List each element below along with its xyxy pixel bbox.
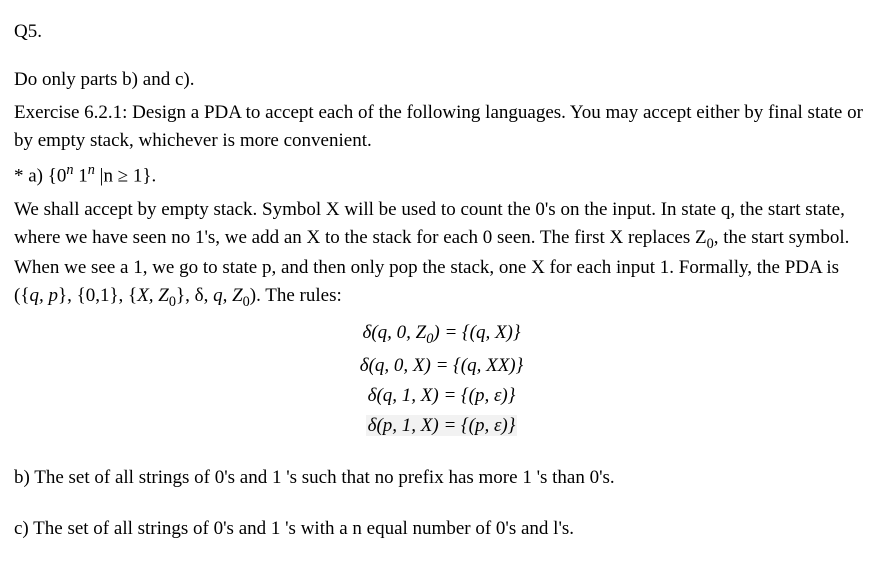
part-a-mid: 1 <box>74 166 88 187</box>
part-c: c) The set of all strings of 0's and 1 '… <box>14 515 869 543</box>
question-number: Q5. <box>14 18 869 46</box>
rule1-l: δ(q, 0, Z <box>363 322 427 343</box>
expl-stack: X, Z <box>137 285 169 306</box>
part-a-cond: |n ≥ 1}. <box>95 166 156 187</box>
rule1-r: ) = {(q, X)} <box>433 322 520 343</box>
expl-pda-states: q, p <box>29 285 58 306</box>
exp-n-1: n <box>66 162 73 178</box>
rules-block: δ(q, 0, Z0) = {(q, X)} δ(q, 0, X) = {(q,… <box>14 318 869 442</box>
part-b: b) The set of all strings of 0's and 1 '… <box>14 464 869 492</box>
exercise-title: Exercise 6.2.1: Design a PDA to accept e… <box>14 99 869 154</box>
rule-3: δ(q, 1, X) = {(p, ε)} <box>14 381 869 411</box>
rule-4-text: δ(p, 1, X) = {(p, ε)} <box>366 415 518 436</box>
explanation: We shall accept by empty stack. Symbol X… <box>14 196 869 312</box>
expl-1-sub: 0 <box>707 235 714 251</box>
instruction-line: Do only parts b) and c). <box>14 66 869 94</box>
part-a: * a) {0n 1n |n ≥ 1}. <box>14 160 869 190</box>
expl-stack-sub: 0 <box>169 293 176 309</box>
expl-start: q, Z <box>213 285 243 306</box>
rule-1: δ(q, 0, Z0) = {(q, X)} <box>14 318 869 351</box>
expl-1d: }, δ, <box>176 285 213 306</box>
part-a-label: * a) {0 <box>14 166 66 187</box>
expl-1c: }, {0,1}, { <box>58 285 137 306</box>
rule-4: δ(p, 1, X) = {(p, ε)} <box>14 411 869 441</box>
expl-start-sub: 0 <box>243 293 250 309</box>
exp-n-2: n <box>88 162 95 178</box>
rule-2: δ(q, 0, X) = {(q, XX)} <box>14 351 869 381</box>
expl-1e: ). The rules: <box>250 285 342 306</box>
